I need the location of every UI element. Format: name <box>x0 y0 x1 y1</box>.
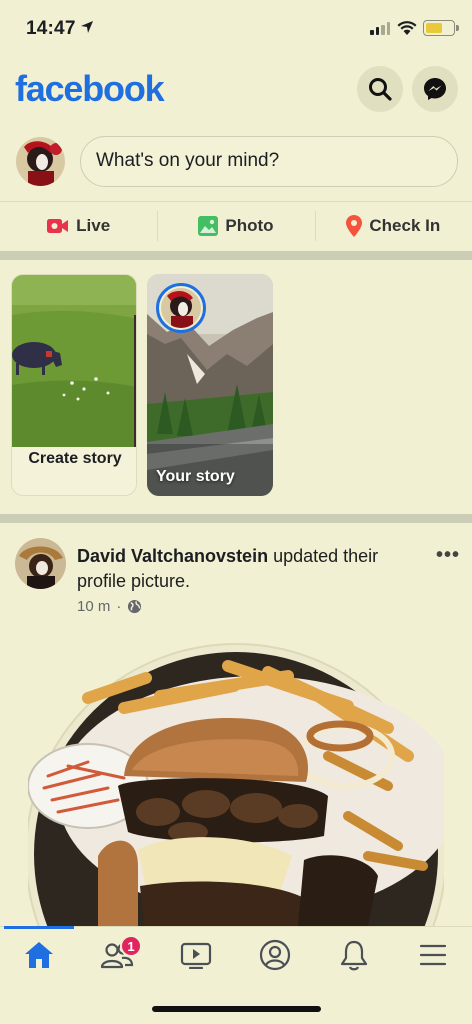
menu-icon <box>419 944 447 966</box>
search-button[interactable] <box>357 66 403 112</box>
your-story-label: Your story <box>156 468 235 485</box>
profile-picture-image <box>28 636 444 926</box>
post-time[interactable]: 10 m <box>77 598 110 615</box>
tab-profile[interactable] <box>236 927 314 983</box>
meta-dot: · <box>116 598 122 615</box>
watch-icon <box>180 942 212 969</box>
divider <box>0 201 472 202</box>
messenger-button[interactable] <box>412 66 458 112</box>
photo-button[interactable]: Photo <box>157 203 314 249</box>
photo-label: Photo <box>225 216 274 235</box>
create-story-photo <box>12 275 136 447</box>
status-composer: What's on your mind? <box>0 136 472 188</box>
post-author-avatar[interactable] <box>15 538 66 589</box>
live-video-icon <box>47 219 69 233</box>
post-header: David Valtchanovstein updated their prof… <box>0 538 472 618</box>
post-author-name[interactable]: David Valtchanovstein <box>77 546 268 566</box>
create-story-label: Create story <box>28 450 122 467</box>
tab-notifications[interactable] <box>315 927 393 983</box>
tab-home[interactable] <box>0 927 78 983</box>
photo-icon <box>198 216 219 236</box>
location-pin-icon <box>346 215 363 237</box>
your-story-avatar <box>156 283 206 333</box>
status-input[interactable]: What's on your mind? <box>80 136 458 187</box>
home-icon <box>25 942 53 968</box>
your-story-card[interactable]: Your story <box>147 274 273 496</box>
home-indicator <box>152 1006 321 1012</box>
tab-menu[interactable] <box>394 927 472 983</box>
wifi-icon <box>397 21 417 35</box>
section-separator <box>0 514 472 523</box>
post-photo[interactable] <box>28 636 444 926</box>
stories-tray: Create story Your story <box>0 274 472 498</box>
messenger-icon <box>424 78 446 100</box>
create-story-card[interactable]: Create story <box>11 274 137 496</box>
live-label: Live <box>76 216 111 235</box>
facebook-logo: facebook <box>15 68 165 109</box>
profile-icon <box>259 939 291 971</box>
check-in-button[interactable]: Check In <box>314 203 472 249</box>
location-arrow-icon <box>81 21 93 33</box>
notifications-icon <box>340 940 368 971</box>
globe-icon <box>128 599 142 614</box>
live-button[interactable]: Live <box>0 203 157 249</box>
cellular-signal-icon <box>370 22 390 35</box>
tab-friends[interactable]: 1 <box>78 927 156 983</box>
app-header: facebook <box>0 64 472 114</box>
composer-actions: Live Photo Check In <box>0 203 472 249</box>
search-icon <box>369 78 392 101</box>
user-avatar[interactable] <box>16 137 65 186</box>
section-separator <box>0 251 472 260</box>
post-meta: 10 m · <box>77 598 142 615</box>
post-headline: David Valtchanovstein updated their prof… <box>77 544 417 594</box>
status-time: 14:47 <box>26 18 76 39</box>
battery-icon <box>423 20 459 36</box>
status-bar: 14:47 <box>0 0 472 56</box>
friends-badge: 1 <box>120 935 142 957</box>
post-more-button[interactable]: ••• <box>436 544 460 567</box>
check-in-label: Check In <box>369 216 441 235</box>
tab-watch[interactable] <box>157 927 235 983</box>
